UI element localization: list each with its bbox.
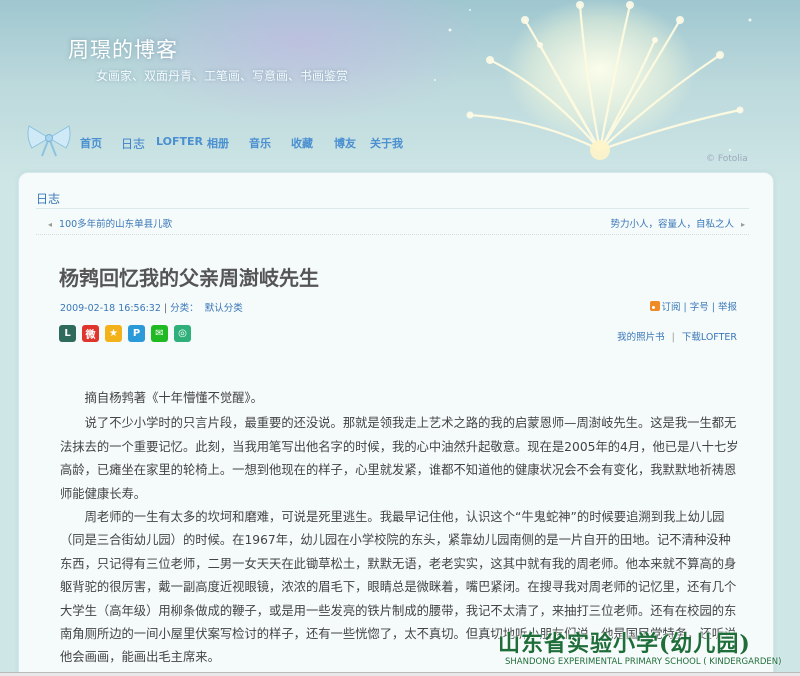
prev-post-link[interactable]: ◂ 100多年前的山东单县儿歌: [48, 216, 172, 230]
post-date: 2009-02-18 16:56:32: [60, 303, 161, 314]
photo-book-link[interactable]: 我的照片书: [617, 332, 665, 343]
next-post-label: 势力小人，容量人，自私之人: [610, 219, 734, 230]
qzone-icon[interactable]: ★: [105, 325, 122, 342]
category-label: 分类：: [170, 303, 199, 314]
prev-post-label: 100多年前的山东单县儿歌: [59, 219, 173, 230]
tencent-weibo-icon[interactable]: P: [128, 325, 145, 342]
next-post-link[interactable]: 势力小人，容量人，自私之人 ▸: [610, 216, 745, 230]
lofter-icon[interactable]: L: [59, 325, 76, 342]
post-tools-links[interactable]: 订阅 | 字号 | 举报: [662, 302, 737, 313]
arrow-left-icon: ◂: [48, 220, 53, 229]
header-banner: 周璟的博客 女画家、双面丹青、工笔画、写意画、书画鉴赏 首页 日志 LOFTER…: [0, 0, 800, 185]
ribbon-bow-icon: [27, 125, 71, 157]
divider: [36, 234, 749, 235]
section-title[interactable]: 日志: [36, 190, 60, 207]
wechat-icon[interactable]: ✉: [151, 325, 168, 342]
dandelion-flower-illustration: [434, 1, 752, 160]
side-links: 我的照片书 | 下载LOFTER: [617, 332, 737, 343]
nav-home[interactable]: 首页: [80, 135, 102, 151]
image-copyright: © Fotolia: [706, 154, 748, 164]
weibo-icon[interactable]: 微: [82, 325, 99, 342]
school-watermark-cn: 山东省实验小学(幼儿园): [498, 631, 751, 657]
post-tools: 订阅 | 字号 | 举报: [649, 299, 737, 313]
paragraph: 说了不少小学时的只言片段，最重要的还没说。那就是领我走上艺术之路的我的启蒙恩师—…: [60, 416, 739, 501]
arrow-right-icon: ▸: [740, 220, 745, 229]
category-link[interactable]: 默认分类: [205, 303, 243, 314]
download-lofter-link[interactable]: 下载LOFTER: [682, 332, 737, 343]
yixin-icon[interactable]: ◎: [174, 325, 191, 342]
blog-title[interactable]: 周璟的博客: [68, 34, 178, 64]
post-meta: 2009-02-18 16:56:32 | 分类： 默认分类: [60, 303, 243, 314]
status-bar: [0, 672, 800, 676]
blog-subtitle: 女画家、双面丹青、工笔画、写意画、书画鉴赏: [96, 69, 349, 83]
post-title: 杨鹁回忆我的父亲周澍岐先生: [59, 266, 319, 290]
nav-album[interactable]: 相册: [207, 135, 229, 151]
divider: [36, 208, 749, 209]
nav-lofter[interactable]: LOFTER: [156, 135, 203, 148]
nav-favorites[interactable]: 收藏: [291, 135, 313, 151]
rss-icon[interactable]: [649, 301, 660, 311]
nav-music[interactable]: 音乐: [249, 135, 271, 151]
nav-blog[interactable]: 日志: [121, 135, 145, 152]
paragraph: 摘自杨鹁著《十年懵懂不觉醒》。: [84, 391, 263, 405]
nav-about[interactable]: 关于我: [370, 135, 403, 151]
school-watermark-en: SHANDONG EXPERIMENTAL PRIMARY SCHOOL ( K…: [505, 657, 782, 667]
nav-friends[interactable]: 博友: [334, 135, 356, 151]
